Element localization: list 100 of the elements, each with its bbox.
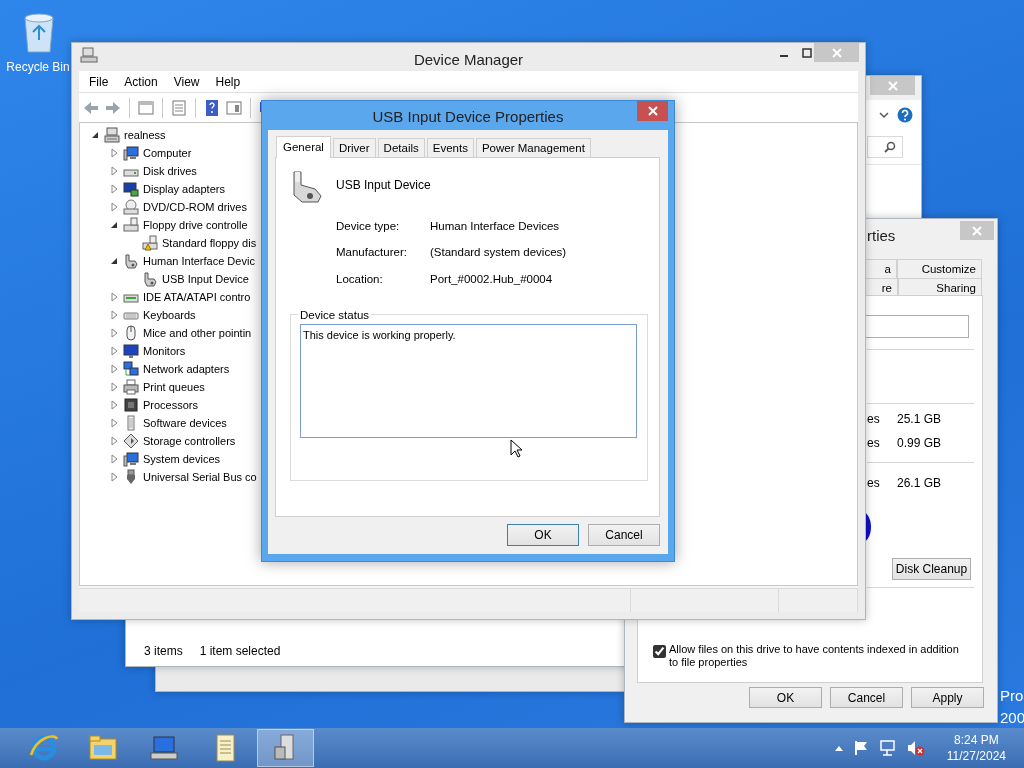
network-icon	[123, 361, 139, 377]
tab[interactable]: Driver	[332, 137, 376, 158]
disk-cleanup-button[interactable]: Disk Cleanup	[892, 558, 971, 580]
flag-icon[interactable]	[852, 740, 869, 756]
folder-icon	[87, 733, 118, 763]
tree-item[interactable]: Universal Serial Bus co	[143, 468, 257, 486]
taskbar-button[interactable]	[257, 729, 314, 767]
computer-icon	[123, 145, 139, 161]
tree-item[interactable]: Software devices	[143, 414, 227, 432]
tree-item[interactable]: Display adapters	[143, 180, 225, 198]
expand-arrow-icon[interactable]	[109, 220, 119, 230]
window-title: USB Input Device Properties	[372, 107, 564, 127]
edition-text: 200	[1000, 708, 1024, 728]
disc-drive-icon	[123, 199, 139, 215]
tab[interactable]: Events	[426, 137, 474, 158]
window-icon	[137, 98, 155, 117]
search-icon	[884, 141, 896, 153]
status-text: 3 items	[144, 643, 183, 660]
panel-button[interactable]	[225, 98, 243, 117]
computer-icon	[123, 451, 139, 467]
menu-item[interactable]: Action	[124, 72, 158, 91]
field-label: Manufacturer:	[336, 245, 408, 261]
close-icon	[647, 106, 658, 116]
storage-icon	[123, 433, 139, 449]
warning-drive-icon	[142, 235, 158, 251]
clock-date: 11/27/2024	[946, 748, 1006, 764]
menu-item[interactable]: Help	[215, 72, 241, 91]
tab[interactable]: General	[276, 135, 331, 158]
checkbox-label: Allow files on this drive to have contents indexed in addition to file properties	[669, 643, 960, 669]
close-icon	[972, 225, 982, 236]
field-value: (Standard system devices)	[430, 245, 567, 261]
cancel-button[interactable]: Cancel	[830, 687, 903, 708]
tree-item[interactable]: System devices	[143, 450, 221, 468]
desktop-icon-label[interactable]: Recycle Bin	[2, 58, 74, 76]
tab[interactable]: Power Management	[475, 137, 591, 158]
tree-item[interactable]: Floppy drive controlle	[143, 216, 248, 234]
tree-item[interactable]: Monitors	[143, 342, 186, 360]
help-button[interactable]	[203, 98, 221, 117]
ok-button[interactable]: OK	[749, 687, 822, 708]
tree-item[interactable]: Keyboards	[143, 306, 196, 324]
tree-item[interactable]: IDE ATA/ATAPI contro	[143, 288, 251, 306]
close-button[interactable]	[637, 101, 668, 121]
tree-item[interactable]: DVD/CD-ROM drives	[143, 198, 247, 216]
apply-button[interactable]: Apply	[911, 687, 984, 708]
tree-item[interactable]: Computer	[143, 144, 192, 162]
tree-item[interactable]: Processors	[143, 396, 199, 414]
processor-icon	[123, 397, 139, 413]
list-button[interactable]	[170, 98, 188, 117]
status-text-box[interactable]: This device is working properly.	[300, 323, 637, 438]
menu-item[interactable]: File	[89, 72, 109, 91]
status-text: 1 item selected	[199, 643, 281, 660]
space-value: 26.1 GB	[897, 475, 942, 492]
display-adapter-icon	[123, 181, 139, 197]
menu-item[interactable]: View	[173, 72, 200, 91]
field-value: Port_#0002.Hub_#0004	[430, 271, 553, 287]
help-icon	[203, 98, 221, 117]
checkbox[interactable]	[653, 645, 666, 658]
close-icon	[887, 80, 898, 91]
tree-item[interactable]: Mice and other pointin	[143, 324, 252, 342]
joystick-icon	[123, 253, 139, 269]
cancel-button[interactable]: Cancel	[588, 524, 660, 546]
tree-item[interactable]: Standard floppy dis	[162, 234, 257, 252]
speaker-muted-icon[interactable]	[906, 740, 925, 756]
help-icon[interactable]	[897, 107, 913, 123]
search-field[interactable]	[867, 136, 903, 158]
tree-item[interactable]: Human Interface Devic	[143, 252, 255, 270]
device-name: USB Input Device	[336, 177, 431, 194]
computer-icon	[148, 733, 179, 763]
tree-item[interactable]: Print queues	[143, 378, 205, 396]
maximize-icon	[801, 47, 812, 58]
window-button[interactable]	[137, 98, 155, 117]
expand-arrow-icon[interactable]	[90, 130, 100, 140]
monitor-icon	[123, 343, 139, 359]
tab[interactable]: Customize	[897, 259, 982, 278]
tree-item[interactable]: Disk drives	[143, 162, 197, 180]
ok-button[interactable]: OK	[507, 524, 579, 546]
show-hidden-icons-icon[interactable]	[834, 745, 843, 751]
tree-item[interactable]: Network adapters	[143, 360, 230, 378]
tree-item[interactable]: Storage controllers	[143, 432, 236, 450]
computer-icon	[80, 47, 98, 63]
space-label: es	[867, 411, 881, 428]
browser-icon	[29, 733, 59, 763]
close-icon	[831, 47, 842, 58]
expand-arrow-icon[interactable]	[109, 256, 119, 266]
field-value: Human Interface Devices	[430, 219, 560, 234]
tab[interactable]: Sharing	[898, 278, 982, 295]
field-label: Device type:	[336, 219, 401, 234]
name-field[interactable]	[864, 315, 969, 338]
field-label: Location:	[336, 271, 384, 287]
chevron-down-icon[interactable]	[879, 111, 889, 119]
space-label: es	[867, 475, 881, 492]
tab[interactable]: Details	[377, 137, 425, 158]
joystick-icon	[290, 170, 324, 204]
tree-item[interactable]: realness	[124, 126, 166, 144]
edition-text: Pro	[1000, 686, 1024, 706]
list-icon	[170, 98, 188, 117]
tree-item[interactable]: USB Input Device	[162, 270, 249, 288]
floppy-drive-icon	[123, 217, 139, 233]
mouse-pointer-icon	[510, 439, 522, 458]
network-icon[interactable]	[878, 740, 897, 756]
